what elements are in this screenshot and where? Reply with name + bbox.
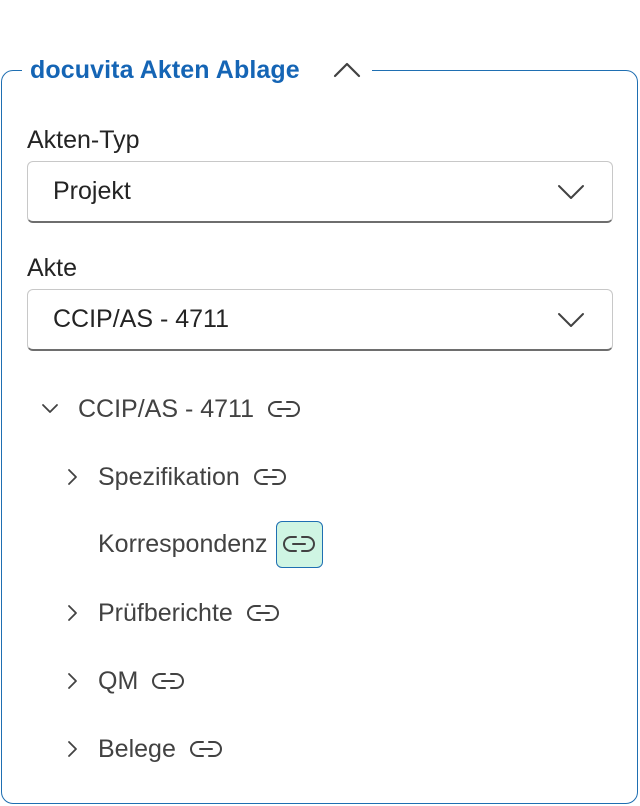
- file-select[interactable]: CCIP/AS - 4711: [27, 289, 613, 351]
- chevron-right-icon[interactable]: [60, 737, 84, 761]
- tree-root-label: CCIP/AS - 4711: [78, 394, 255, 423]
- link-icon[interactable]: [252, 463, 288, 491]
- link-icon[interactable]: [150, 667, 186, 695]
- tree-item-label: Korrespondenz: [98, 529, 268, 558]
- chevron-right-icon[interactable]: [60, 465, 84, 489]
- tree-item-korrespondenz[interactable]: Korrespondenz: [60, 520, 323, 568]
- panel-title: docuvita Akten Ablage: [30, 55, 300, 84]
- chevron-down-icon: [558, 312, 584, 327]
- chevron-up-icon: [333, 62, 360, 78]
- chevron-right-icon[interactable]: [60, 669, 84, 693]
- link-icon[interactable]: [188, 735, 224, 763]
- link-icon[interactable]: [266, 395, 302, 423]
- panel-header: docuvita Akten Ablage: [22, 50, 372, 90]
- link-icon[interactable]: [275, 520, 323, 568]
- tree-item-label: Belege: [98, 734, 176, 763]
- chevron-down-icon: [558, 184, 584, 199]
- tree-item-label: QM: [98, 666, 139, 695]
- chevron-down-icon[interactable]: [38, 397, 62, 421]
- tree-root[interactable]: CCIP/AS - 4711: [38, 385, 302, 433]
- file-select-value: CCIP/AS - 4711: [53, 305, 230, 333]
- type-select[interactable]: Projekt: [27, 161, 613, 223]
- tree-item-qm[interactable]: QM: [60, 657, 186, 705]
- collapse-button[interactable]: [330, 53, 364, 87]
- type-label: Akten-Typ: [27, 126, 140, 154]
- chevron-right-icon[interactable]: [60, 601, 84, 625]
- tree-item-label: Spezifikation: [98, 462, 240, 491]
- tree-item-label: Prüfberichte: [98, 598, 233, 627]
- link-icon[interactable]: [245, 599, 281, 627]
- tree-item-belege[interactable]: Belege: [60, 725, 224, 773]
- tree-item-pruefberichte[interactable]: Prüfberichte: [60, 589, 281, 637]
- tree-item-spezifikation[interactable]: Spezifikation: [60, 453, 288, 501]
- type-select-value: Projekt: [53, 177, 131, 205]
- file-label: Akte: [27, 254, 78, 282]
